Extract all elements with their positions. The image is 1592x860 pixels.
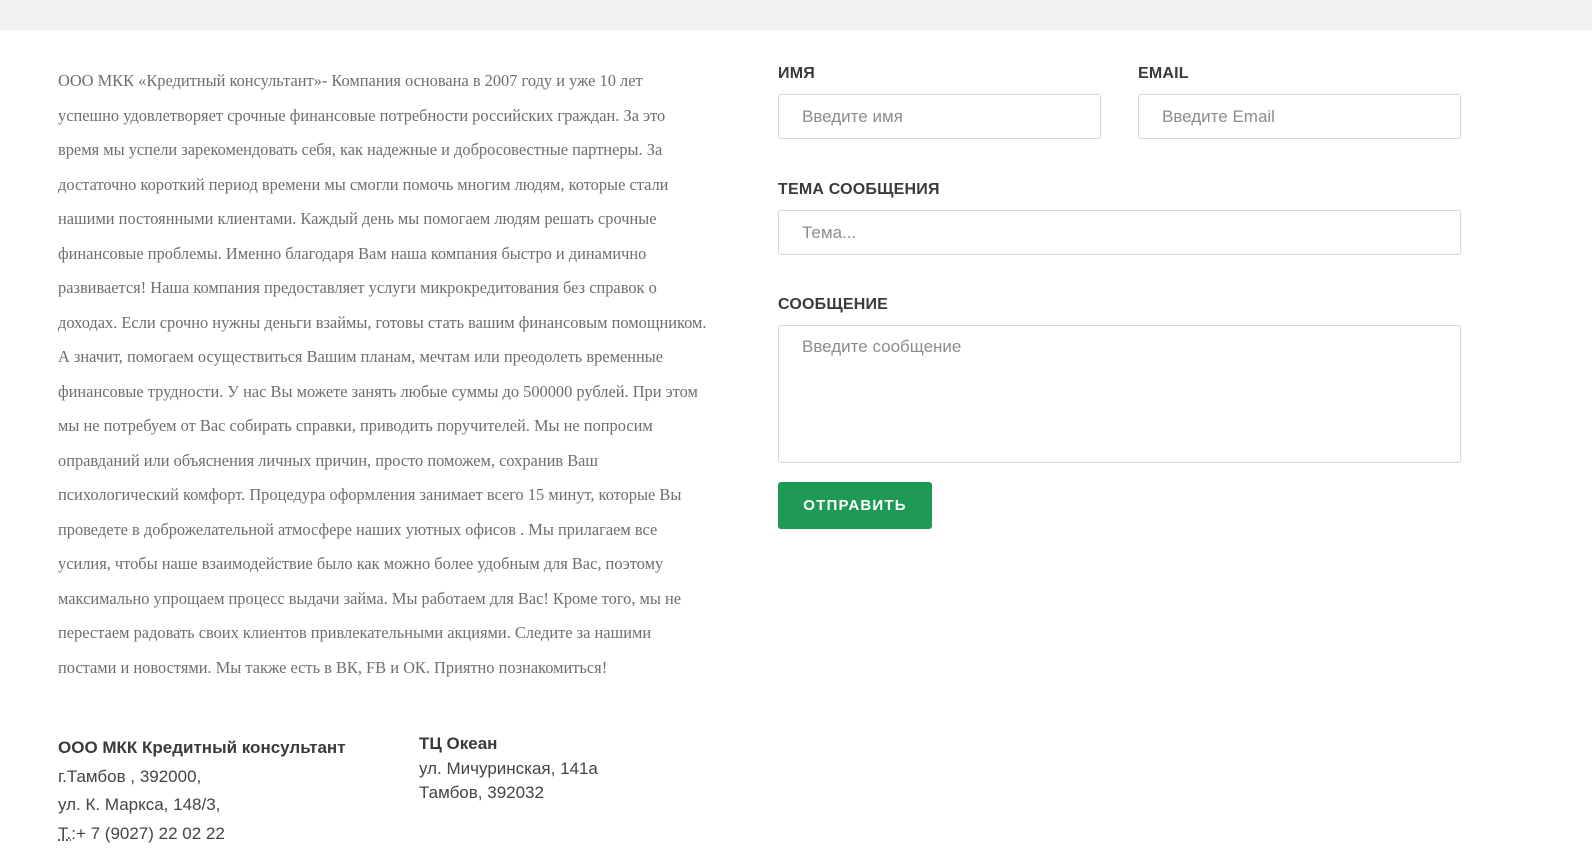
- email-input[interactable]: [1138, 94, 1461, 139]
- office-city: г.Тамбов , 392000,: [58, 766, 202, 786]
- subject-label: ТЕМА СООБЩЕНИЯ: [778, 181, 940, 198]
- message-textarea[interactable]: [778, 325, 1461, 463]
- office-address-main: ООО МКК Кредитный консультант г.Тамбов ,…: [58, 734, 346, 848]
- message-label: СООБЩЕНИЕ: [778, 296, 889, 313]
- top-strip: [0, 0, 1592, 30]
- phone-abbr: Т.: [58, 823, 72, 843]
- about-text: ООО МКК «Кредитный консультант»- Компани…: [58, 71, 707, 677]
- office2-title: ТЦ Океан: [419, 734, 498, 753]
- office-address-okean: ТЦ Океан ул. Мичуринская, 141а Тамбов, 3…: [419, 732, 598, 806]
- submit-button[interactable]: ОТПРАВИТЬ: [778, 482, 932, 529]
- name-label: ИМЯ: [778, 65, 815, 82]
- name-input[interactable]: [778, 94, 1101, 139]
- office2-street: ул. Мичуринская, 141а: [419, 758, 598, 778]
- office2-city: Тамбов, 392032: [419, 783, 544, 803]
- office-phone-line: Т.:+ 7 (9027) 22 02 22: [58, 820, 346, 849]
- office-title: ООО МКК Кредитный консультант: [58, 738, 346, 757]
- office-street: ул. К. Маркса, 148/3,: [58, 795, 221, 815]
- email-label: EMAIL: [1138, 65, 1189, 82]
- office-phone: :+ 7 (9027) 22 02 22: [71, 823, 225, 843]
- subject-input[interactable]: [778, 210, 1461, 255]
